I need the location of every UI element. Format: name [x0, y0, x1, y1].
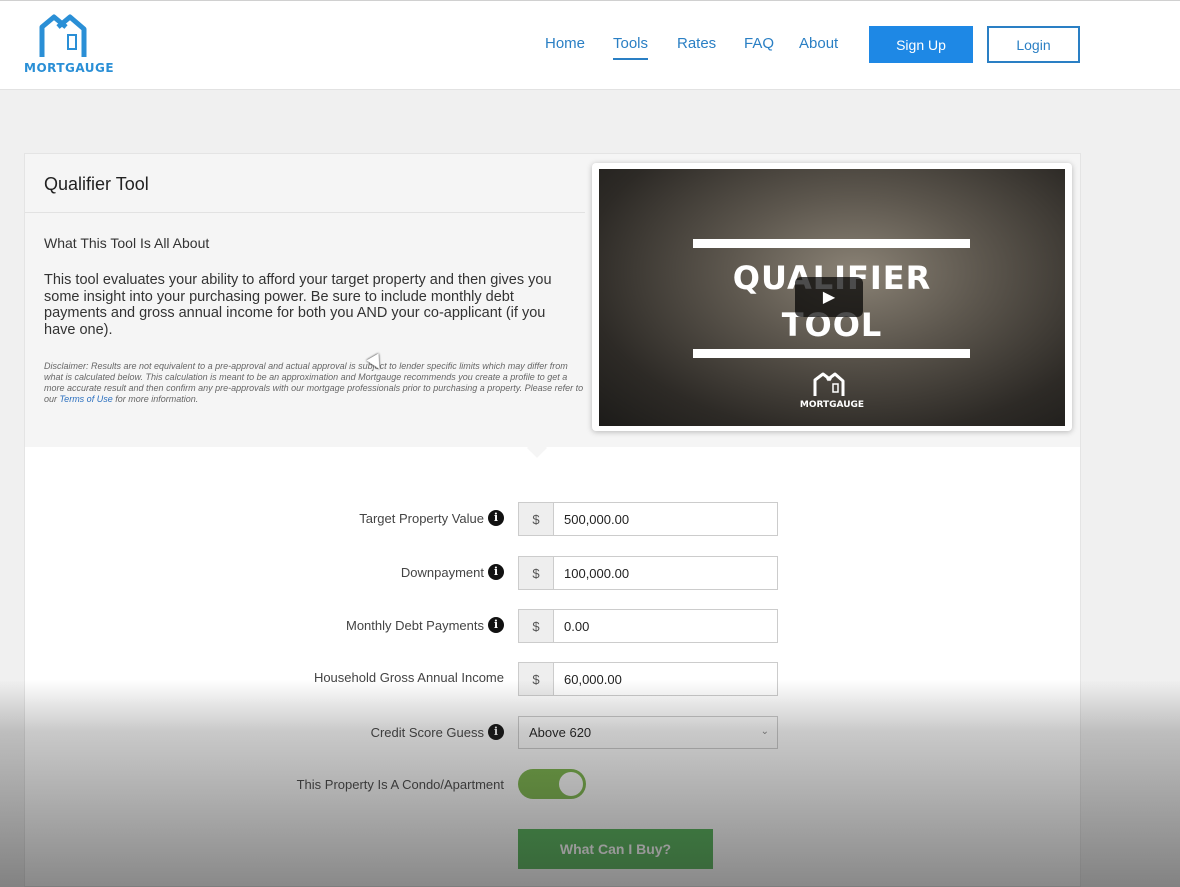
- credit-score-label-text: Credit Score Guess: [370, 724, 484, 740]
- qualifier-card: Qualifier Tool What This Tool Is All Abo…: [24, 153, 1081, 887]
- what-can-i-buy-button[interactable]: What Can I Buy?: [518, 829, 713, 869]
- login-button[interactable]: Login: [987, 26, 1080, 63]
- credit-score-label: Credit Score Guess i: [371, 724, 504, 740]
- annual-income-row: Household Gross Annual Income $ 60,000.0…: [25, 662, 1080, 696]
- tool-intro-panel: Qualifier Tool What This Tool Is All Abo…: [25, 154, 1080, 447]
- monthly-debt-row: Monthly Debt Payments i $ 0.00: [25, 609, 1080, 643]
- target-property-label: Target Property Value i: [359, 510, 504, 526]
- credit-score-value: Above 620: [529, 725, 592, 740]
- currency-addon: $: [518, 556, 554, 590]
- nav-active-underline: [613, 58, 649, 60]
- condo-label-text: This Property Is A Condo/Apartment: [296, 777, 504, 792]
- mortgauge-logo[interactable]: MORTGAUGE: [24, 13, 120, 79]
- info-icon[interactable]: i: [488, 564, 504, 580]
- annual-income-label: Household Gross Annual Income: [314, 670, 504, 685]
- page-title: Qualifier Tool: [44, 174, 149, 194]
- sign-up-button[interactable]: Sign Up: [869, 26, 973, 63]
- logo-wordmark: MORTGAUGE: [24, 61, 115, 75]
- terms-of-use-link[interactable]: Terms of Use: [60, 394, 113, 404]
- disclaimer-text: Disclaimer: Results are not equivalent t…: [44, 361, 584, 405]
- disclaimer-text-end: for more information.: [112, 394, 199, 404]
- video-logo-wordmark: MORTGAUGE: [799, 400, 865, 410]
- chevron-down-icon: ⌄: [760, 726, 769, 737]
- downpayment-input[interactable]: 100,000.00: [553, 556, 778, 590]
- video-thumbnail[interactable]: QUALIFIER TOOL ▶ MORTGAUGE: [599, 169, 1065, 426]
- toggle-knob: [559, 772, 583, 796]
- target-property-label-text: Target Property Value: [359, 510, 484, 526]
- about-description: This tool evaluates your ability to affo…: [44, 272, 552, 338]
- currency-addon: $: [518, 609, 554, 643]
- downpayment-label-text: Downpayment: [400, 564, 484, 580]
- currency-addon: $: [518, 662, 554, 696]
- nav-home[interactable]: Home: [545, 35, 585, 52]
- monthly-debt-label: Monthly Debt Payments i: [346, 617, 504, 633]
- play-button[interactable]: ▶: [795, 277, 863, 317]
- downpayment-row: Downpayment i $ 100,000.00: [25, 556, 1080, 590]
- nav-rates[interactable]: Rates: [677, 35, 716, 52]
- condo-row: This Property Is A Condo/Apartment: [25, 769, 1080, 803]
- info-icon[interactable]: i: [488, 510, 504, 526]
- nav-tools[interactable]: Tools: [613, 35, 649, 60]
- video-house-logo-icon: [813, 372, 845, 396]
- annual-income-input[interactable]: 60,000.00: [553, 662, 778, 696]
- credit-score-row: Credit Score Guess i Above 620 ⌄: [25, 716, 1080, 750]
- credit-score-select[interactable]: Above 620 ⌄: [518, 716, 778, 749]
- downpayment-label: Downpayment i: [401, 564, 504, 580]
- about-heading: What This Tool Is All About: [44, 235, 210, 251]
- condo-toggle[interactable]: [518, 769, 586, 799]
- condo-label: This Property Is A Condo/Apartment: [297, 777, 504, 792]
- info-icon[interactable]: i: [488, 617, 504, 633]
- nav-faq[interactable]: FAQ: [744, 35, 774, 52]
- annual-income-label-text: Household Gross Annual Income: [313, 670, 504, 685]
- nav-about[interactable]: About: [799, 35, 838, 52]
- target-property-row: Target Property Value i $ 500,000.00: [25, 502, 1080, 536]
- info-icon[interactable]: i: [488, 724, 504, 740]
- site-header: MORTGAUGE Home Tools Rates FAQ About Sig…: [0, 0, 1180, 90]
- title-divider: [25, 212, 585, 213]
- house-logo-icon: [39, 14, 87, 57]
- video-bar-bottom: [693, 349, 970, 358]
- currency-addon: $: [518, 502, 554, 536]
- monthly-debt-label-text: Monthly Debt Payments: [345, 617, 484, 633]
- play-icon: ▶: [822, 289, 836, 306]
- monthly-debt-input[interactable]: 0.00: [553, 609, 778, 643]
- nav-tools-label: Tools: [613, 35, 649, 52]
- target-property-input[interactable]: 500,000.00: [553, 502, 778, 536]
- video-player[interactable]: QUALIFIER TOOL ▶ MORTGAUGE: [592, 163, 1072, 431]
- video-bar-top: [693, 239, 970, 248]
